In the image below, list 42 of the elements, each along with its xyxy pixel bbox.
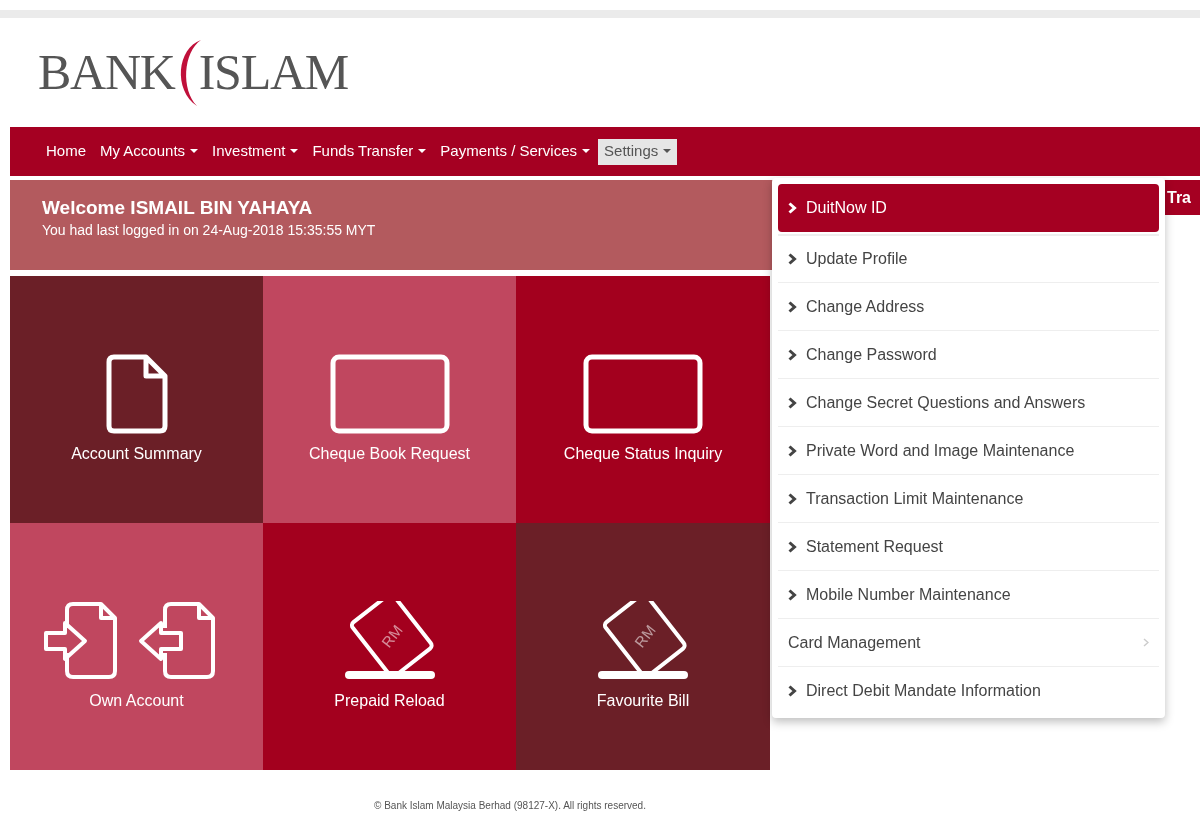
nav-item[interactable]: Investment bbox=[206, 138, 305, 165]
bank-logo: BANK ISLAM bbox=[38, 32, 348, 113]
rectangle-icon bbox=[583, 353, 703, 434]
chevron-right-icon bbox=[1143, 638, 1149, 647]
welcome-title: Welcome ISMAIL BIN YAHAYA bbox=[42, 196, 313, 220]
shortcut-tile[interactable]: Account Summary bbox=[10, 276, 263, 523]
document-icon bbox=[105, 353, 168, 434]
chevron-right-icon bbox=[788, 492, 797, 505]
chevron-right-icon bbox=[788, 396, 797, 409]
nav-item[interactable]: Settings bbox=[598, 138, 678, 165]
tab[interactable]: Tra bbox=[1165, 180, 1200, 215]
shortcut-tile[interactable]: RM Prepaid Reload bbox=[263, 523, 516, 770]
menu-item[interactable]: Change Address bbox=[778, 282, 1159, 330]
chevron-right-icon bbox=[788, 348, 797, 361]
menu-item[interactable]: DuitNow ID bbox=[778, 184, 1159, 232]
chevron-right-icon bbox=[788, 684, 797, 697]
last-login-text: You had last logged in on 24-Aug-2018 15:35:55 MYT bbox=[42, 221, 376, 240]
shortcut-tile[interactable]: Cheque Status Inquiry bbox=[516, 276, 770, 523]
shortcut-tile[interactable]: RM Favourite Bill bbox=[516, 523, 770, 770]
chevron-right-icon bbox=[788, 540, 797, 553]
rectangle-icon bbox=[329, 353, 450, 434]
nav-item[interactable]: My Accounts bbox=[94, 138, 205, 165]
menu-item[interactable]: Transaction Limit Maintenance bbox=[778, 474, 1159, 522]
shortcut-tile[interactable]: Cheque Book Request bbox=[263, 276, 516, 523]
menu-item[interactable]: Update Profile bbox=[778, 234, 1159, 282]
nav-item[interactable]: Home bbox=[40, 138, 92, 165]
menu-item[interactable]: Change Password bbox=[778, 330, 1159, 378]
shortcut-tile[interactable]: Own Account bbox=[10, 523, 263, 770]
copyright-text: © Bank Islam Malaysia Berhad (98127-X). All rights reserved. bbox=[374, 800, 646, 811]
nav-item[interactable]: Payments / Services bbox=[434, 138, 597, 165]
menu-item[interactable]: Statement Request bbox=[778, 522, 1159, 570]
chevron-right-icon bbox=[788, 202, 797, 214]
menu-item[interactable]: Change Secret Questions and Answers bbox=[778, 378, 1159, 426]
menu-item[interactable]: Direct Debit Mandate Information bbox=[778, 666, 1159, 714]
menu-item[interactable]: Mobile Number Maintenance bbox=[778, 570, 1159, 618]
chevron-right-icon bbox=[788, 444, 797, 457]
chevron-right-icon bbox=[788, 253, 797, 265]
chevron-right-icon bbox=[788, 300, 797, 313]
chevron-right-icon bbox=[788, 588, 797, 601]
nav-item[interactable]: Funds Transfer bbox=[306, 138, 433, 165]
menu-item[interactable]: Private Word and Image Maintenance bbox=[778, 426, 1159, 474]
menu-item[interactable]: Card Management bbox=[778, 618, 1159, 666]
